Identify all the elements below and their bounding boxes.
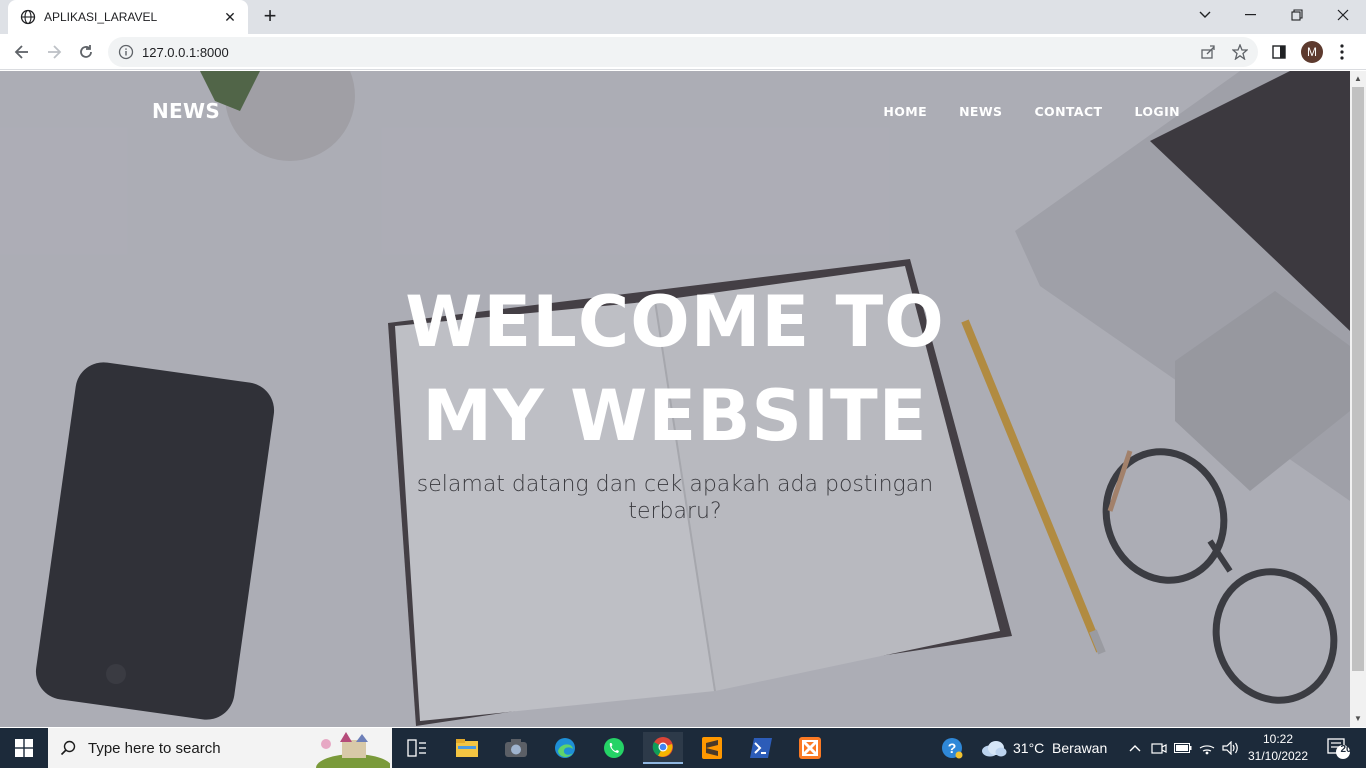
url-text: 127.0.0.1:8000 bbox=[142, 44, 229, 60]
chevron-up-icon[interactable] bbox=[1124, 732, 1146, 764]
close-tab-icon[interactable]: ✕ bbox=[222, 9, 238, 25]
site-brand[interactable]: NEWS bbox=[152, 99, 220, 123]
notification-count: 20 bbox=[1340, 744, 1352, 755]
restore-button[interactable] bbox=[1274, 0, 1320, 30]
tab-search-icon[interactable] bbox=[1182, 0, 1228, 30]
windows-logo-icon bbox=[15, 739, 33, 757]
scroll-down-icon[interactable]: ▼ bbox=[1350, 711, 1366, 727]
windows-taskbar: Type here to search ? 31°C Berawan 10:22… bbox=[0, 728, 1366, 768]
reload-button[interactable] bbox=[73, 39, 99, 65]
battery-icon[interactable] bbox=[1172, 732, 1194, 764]
taskbar-search-box[interactable]: Type here to search bbox=[48, 728, 392, 768]
xampp-icon[interactable] bbox=[790, 732, 830, 764]
taskbar-clock[interactable]: 10:22 31/10/2022 bbox=[1240, 731, 1316, 765]
nav-news[interactable]: NEWS bbox=[959, 104, 1002, 119]
bookmark-star-icon[interactable] bbox=[1228, 37, 1252, 67]
help-icon[interactable]: ? bbox=[934, 732, 970, 764]
notification-center-icon[interactable]: 20 bbox=[1318, 732, 1358, 764]
nav-home[interactable]: HOME bbox=[883, 104, 927, 119]
hero-subtitle: selamat datang dan cek apakah ada postin… bbox=[416, 472, 934, 524]
page-scrollbar[interactable]: ▲ ▼ bbox=[1350, 71, 1366, 727]
browser-tab[interactable]: APLIKASI_LARAVEL ✕ bbox=[8, 0, 248, 34]
camera-icon[interactable] bbox=[496, 732, 536, 764]
search-icon bbox=[60, 740, 76, 756]
forward-button[interactable] bbox=[41, 39, 67, 65]
weather-desc[interactable]: Berawan bbox=[1052, 740, 1107, 756]
browser-tabstrip: APLIKASI_LARAVEL ✕ + bbox=[0, 0, 1366, 34]
task-view-icon[interactable] bbox=[397, 732, 437, 764]
volume-icon[interactable] bbox=[1220, 732, 1242, 764]
page-viewport: NEWS HOME NEWS CONTACT LOGIN WELCOME TO … bbox=[0, 71, 1350, 727]
weather-cloud-icon[interactable] bbox=[978, 732, 1010, 764]
svg-text:?: ? bbox=[948, 740, 957, 756]
chrome-icon[interactable] bbox=[643, 732, 683, 764]
meet-now-icon[interactable] bbox=[1148, 732, 1170, 764]
sublime-text-icon[interactable] bbox=[692, 732, 732, 764]
tab-title: APLIKASI_LARAVEL bbox=[44, 10, 158, 24]
site-nav: HOME NEWS CONTACT LOGIN bbox=[883, 104, 1180, 119]
minimize-button[interactable] bbox=[1228, 0, 1274, 30]
globe-icon bbox=[20, 9, 36, 25]
back-button[interactable] bbox=[9, 39, 35, 65]
whatsapp-icon[interactable] bbox=[594, 732, 634, 764]
search-placeholder: Type here to search bbox=[88, 739, 221, 757]
scroll-up-icon[interactable]: ▲ bbox=[1350, 71, 1366, 87]
clock-time: 10:22 bbox=[1262, 732, 1294, 746]
start-button[interactable] bbox=[0, 728, 48, 768]
nav-login[interactable]: LOGIN bbox=[1134, 104, 1180, 119]
profile-avatar[interactable]: M bbox=[1301, 41, 1323, 63]
powershell-icon[interactable] bbox=[741, 732, 781, 764]
browser-toolbar: 127.0.0.1:8000 M bbox=[0, 34, 1366, 70]
nav-contact[interactable]: CONTACT bbox=[1034, 104, 1102, 119]
site-info-icon[interactable] bbox=[118, 44, 134, 60]
address-bar[interactable]: 127.0.0.1:8000 bbox=[108, 37, 1258, 67]
share-icon[interactable] bbox=[1196, 37, 1220, 67]
menu-kebab-icon[interactable] bbox=[1329, 39, 1355, 65]
wifi-icon[interactable] bbox=[1196, 732, 1218, 764]
edge-icon[interactable] bbox=[545, 732, 585, 764]
search-highlight-icon bbox=[316, 732, 390, 768]
hero-title: WELCOME TO MY WEBSITE bbox=[405, 281, 945, 457]
file-explorer-icon[interactable] bbox=[447, 732, 487, 764]
weather-temp[interactable]: 31°C bbox=[1013, 740, 1044, 756]
new-tab-button[interactable]: + bbox=[258, 5, 282, 29]
clock-date: 31/10/2022 bbox=[1247, 749, 1309, 763]
side-panel-icon[interactable] bbox=[1266, 39, 1292, 65]
scroll-thumb[interactable] bbox=[1352, 87, 1364, 671]
close-window-button[interactable] bbox=[1320, 0, 1366, 30]
